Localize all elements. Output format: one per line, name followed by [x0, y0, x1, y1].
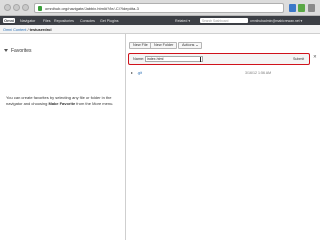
search-input[interactable]: Search Sashboard — [200, 18, 248, 23]
breadcrumb-bar: Omni Content / testuserdrol — [0, 25, 320, 34]
lock-icon — [38, 6, 42, 11]
back-icon[interactable] — [4, 4, 11, 11]
favorites-help-suffix: from the More menu. — [75, 100, 114, 106]
name-label: Name: — [133, 57, 145, 61]
address-bar[interactable]: omnihub.org/navigate/Jabbix.html#?/le/-C… — [34, 3, 284, 13]
favorites-title: Favorites — [11, 48, 32, 54]
new-file-form: Name: index.html Submit — [128, 53, 310, 65]
table-row[interactable]: .git 3/16/12 1:56 AM — [128, 70, 310, 77]
new-folder-button[interactable]: New Folder — [150, 42, 178, 49]
breadcrumb-root[interactable]: Omni Content — [3, 28, 26, 32]
menu-consoles[interactable]: Consoles — [80, 19, 95, 23]
menu-files[interactable]: Files — [43, 19, 51, 23]
menu-navigator[interactable]: Navigator — [20, 19, 35, 23]
menu-repositories[interactable]: Repositories — [54, 19, 74, 23]
submit-button[interactable]: Submit — [293, 57, 304, 61]
actions-button[interactable]: Actions — [178, 42, 202, 49]
close-icon[interactable]: ✕ — [313, 54, 317, 60]
app-logo[interactable]: Omni — [3, 18, 16, 23]
new-file-button[interactable]: New File — [129, 42, 152, 49]
file-name[interactable]: .git — [137, 71, 142, 75]
forward-icon[interactable] — [13, 4, 20, 11]
extension-icon[interactable] — [289, 4, 296, 12]
filename-input[interactable]: index.html — [145, 56, 203, 62]
wrench-icon[interactable] — [308, 4, 315, 12]
user-menu[interactable]: omnihubadmin@mabicrewan.net ▾ — [250, 19, 302, 23]
app-navbar: Omni Navigator Files Repositories Consol… — [0, 16, 320, 25]
extension-icon-2[interactable] — [298, 4, 305, 12]
file-date: 3/16/12 1:56 AM — [245, 70, 272, 75]
related-menu[interactable]: Related ▾ — [175, 19, 190, 23]
navigator-pane: New File New Folder Actions Name: index.… — [127, 34, 320, 240]
address-url: omnihub.org/navigate/Jabbix.html#?/le/-C… — [45, 6, 139, 12]
expand-triangle-icon[interactable] — [131, 71, 133, 74]
favorites-help-text: You can create favorites by selecting an… — [6, 95, 124, 106]
text-cursor — [200, 56, 201, 62]
search-placeholder: Search Sashboard — [202, 18, 229, 23]
favorites-help-bold: Make Favorite — [48, 100, 76, 106]
breadcrumb-current: testuserdrol — [29, 27, 52, 32]
chevron-down-icon — [195, 44, 198, 46]
favorites-pane: Favorites You can create favorites by se… — [0, 34, 126, 240]
actions-label: Actions — [182, 43, 195, 47]
reload-icon[interactable] — [22, 4, 29, 11]
expand-triangle-icon — [4, 49, 8, 53]
favorites-header[interactable]: Favorites — [4, 48, 32, 54]
breadcrumb: Omni Content / testuserdrol — [3, 28, 52, 32]
menu-get-plugins[interactable]: Get Plugins — [100, 19, 119, 23]
browser-toolbar: omnihub.org/navigate/Jabbix.html#?/le/-C… — [0, 0, 320, 16]
